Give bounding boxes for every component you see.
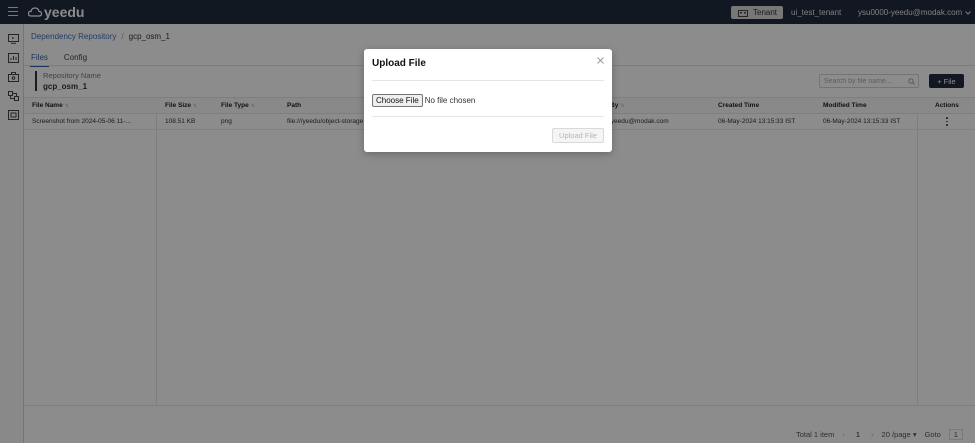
file-input: Choose File No file chosen (372, 94, 475, 107)
close-icon[interactable] (596, 56, 605, 65)
choose-file-button[interactable]: Choose File (372, 94, 423, 107)
upload-file-button[interactable]: Upload File (552, 128, 604, 143)
no-file-chosen-text: No file chosen (424, 96, 476, 105)
modal-title: Upload File (372, 58, 426, 69)
modal-header-divider (372, 80, 604, 81)
upload-file-modal: Upload File Choose File No file chosen U… (364, 49, 612, 152)
modal-footer-divider (372, 116, 604, 117)
